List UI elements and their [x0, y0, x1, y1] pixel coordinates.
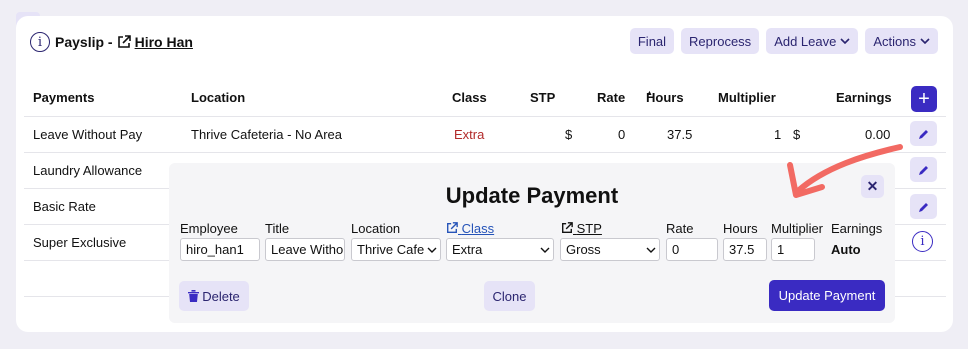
earnings-label: Earnings: [831, 221, 883, 236]
employee-field[interactable]: hiro_han1: [180, 238, 260, 261]
pencil-icon: [918, 202, 928, 212]
employee-link[interactable]: Hiro Han: [135, 34, 193, 50]
actions-label: Actions: [873, 33, 916, 49]
employee-label: Employee: [180, 221, 238, 236]
chevron-down-icon: [427, 247, 437, 253]
info-icon[interactable]: i: [30, 32, 50, 52]
header-actions: Final Reprocess Add Leave Actions: [629, 28, 938, 54]
payslip-title: i Payslip - Hiro Han: [30, 30, 193, 54]
external-link-icon: [447, 222, 458, 233]
location-select[interactable]: Thrive Cafe: [351, 238, 441, 261]
rate-label: Rate: [666, 221, 694, 236]
delete-label: Delete: [202, 288, 240, 304]
chevron-down-icon: [920, 38, 930, 44]
row-rate: 0: [618, 127, 626, 142]
pencil-icon: [918, 129, 928, 139]
info-icon[interactable]: i: [912, 231, 933, 252]
update-payment-button[interactable]: Update Payment: [769, 280, 885, 311]
column-class[interactable]: Class: [452, 90, 487, 105]
column-location[interactable]: Location: [191, 90, 245, 105]
add-leave-button[interactable]: Add Leave: [766, 28, 859, 54]
multiplier-field[interactable]: 1: [771, 238, 815, 261]
external-link-icon: [562, 222, 573, 233]
earnings-value: Auto: [831, 242, 861, 257]
column-payments[interactable]: Payments: [33, 90, 94, 105]
clone-label: Clone: [492, 288, 527, 304]
external-link-icon: [117, 35, 131, 48]
stp-value: Gross: [566, 242, 601, 257]
column-rate[interactable]: Rate: [597, 90, 625, 105]
add-leave-label: Add Leave: [774, 33, 837, 49]
column-multiplier[interactable]: Multiplier: [718, 90, 776, 105]
location-value: Thrive Cafe: [357, 242, 425, 257]
row-payment: Laundry Allowance: [33, 163, 143, 178]
pencil-icon: [918, 165, 928, 175]
clone-button[interactable]: Clone: [484, 281, 535, 311]
stp-link[interactable]: STP: [561, 221, 602, 236]
column-earnings[interactable]: Earnings: [836, 90, 892, 105]
delete-button[interactable]: Delete: [179, 281, 249, 311]
location-label: Location: [351, 221, 401, 236]
edit-row-button[interactable]: [910, 121, 937, 146]
chevron-down-icon: [840, 38, 850, 44]
update-label: Update Payment: [778, 288, 876, 303]
final-button[interactable]: Final: [629, 28, 675, 54]
class-link[interactable]: Class: [446, 221, 494, 236]
row-payment: Leave Without Pay: [33, 127, 143, 142]
row-stp-symbol: $: [565, 127, 573, 142]
sort-asc-icon: ▲: [646, 90, 653, 97]
row-hours: 37.5: [667, 127, 693, 142]
row-payment: Basic Rate: [33, 199, 96, 214]
stp-select[interactable]: Gross: [560, 238, 660, 261]
hours-field[interactable]: 37.5: [723, 238, 767, 261]
column-stp[interactable]: STP: [530, 90, 555, 105]
class-value: Extra: [452, 242, 483, 257]
multiplier-label: Multiplier: [771, 221, 824, 236]
trash-icon: [188, 290, 200, 302]
final-label: Final: [637, 33, 667, 49]
class-select[interactable]: Extra: [446, 238, 554, 261]
hours-label: Hours: [723, 221, 758, 236]
chevron-down-icon: [646, 247, 656, 253]
edit-row-button[interactable]: [910, 194, 937, 219]
add-payment-button[interactable]: +: [911, 86, 937, 112]
chevron-down-icon: [540, 247, 550, 253]
reprocess-button[interactable]: Reprocess: [681, 28, 760, 54]
row-divider: [24, 116, 946, 117]
reprocess-label: Reprocess: [689, 33, 752, 49]
title-prefix: Payslip -: [55, 34, 113, 50]
stp-label: STP: [576, 221, 602, 236]
class-label: Class: [461, 221, 495, 236]
title-field[interactable]: Leave Witho: [265, 238, 345, 261]
row-location: Thrive Cafeteria - No Area: [191, 127, 343, 142]
annotation-arrow: [787, 144, 903, 198]
actions-button[interactable]: Actions: [865, 28, 938, 54]
title-label: Title: [265, 221, 290, 236]
edit-row-button[interactable]: [910, 157, 937, 182]
row-class: Extra: [454, 127, 485, 142]
rate-field[interactable]: 0: [666, 238, 718, 261]
row-payment: Super Exclusive: [33, 235, 127, 250]
